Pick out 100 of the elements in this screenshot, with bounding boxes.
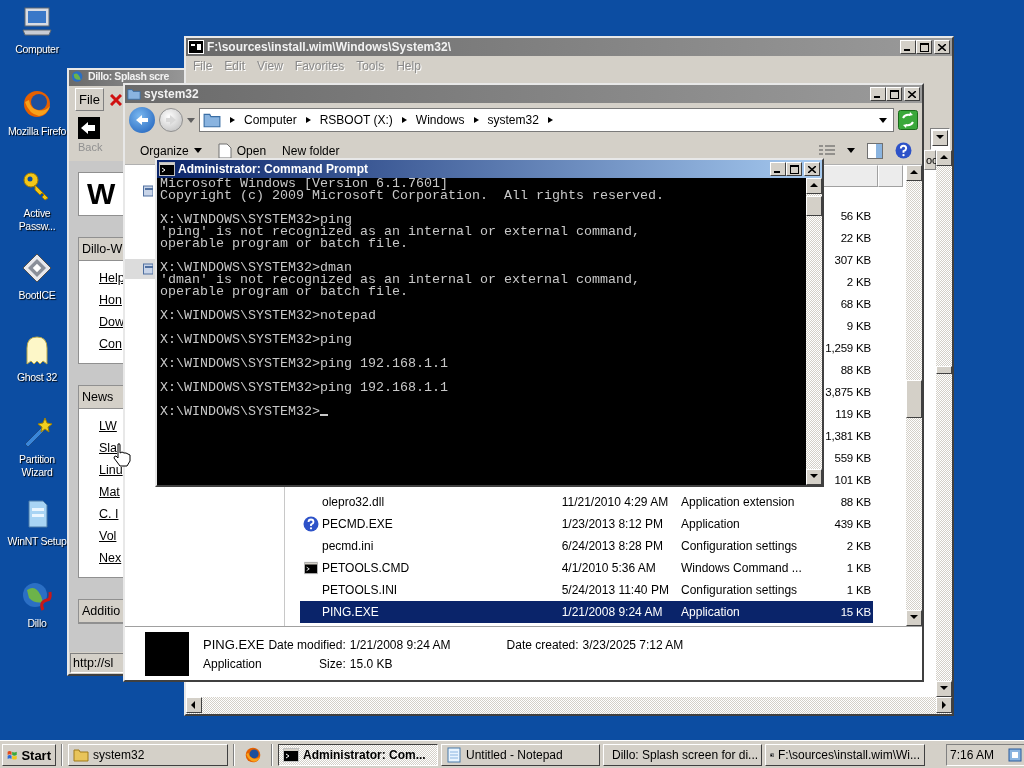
scrollbar-thumb[interactable] (906, 380, 922, 418)
minimize-button[interactable] (900, 40, 916, 54)
caret-icon[interactable] (879, 117, 887, 123)
link[interactable]: Con (99, 336, 125, 353)
refresh-icon[interactable] (898, 110, 918, 130)
link[interactable]: Hon (99, 292, 125, 309)
file-row[interactable]: 119 KB (820, 403, 873, 425)
file-name: PING.EXE (322, 605, 379, 619)
file-row[interactable]: PECMD.EXE 1/23/2013 8:12 PM Application 439 KB (300, 513, 873, 535)
forward-button[interactable] (159, 108, 183, 132)
console-line: Microsoft Windows [Version 6.1.7601] (160, 178, 448, 191)
close-button[interactable] (804, 162, 820, 176)
caret-icon[interactable] (193, 148, 202, 153)
file-row[interactable]: PETOOLS.INI 5/24/2013 11:40 PM Configuration settings 1 KB (300, 579, 873, 601)
close-button[interactable] (904, 87, 920, 101)
chevron-icon[interactable] (546, 116, 554, 124)
taskbar-button[interactable]: Untitled - Notepad (441, 744, 600, 766)
desktop-icon-label[interactable]: Computer (15, 43, 59, 56)
breadcrumb[interactable]: Computer (244, 113, 297, 127)
chevron-icon[interactable] (472, 116, 480, 124)
back-button[interactable] (129, 107, 155, 133)
preview-pane-icon[interactable] (867, 142, 883, 159)
address-field[interactable]: Computer RSBOOT (X:) Windows system32 (199, 108, 894, 132)
start-button[interactable]: Start (2, 744, 56, 766)
desktop-icon-label[interactable]: Mozilla Firefo (7, 125, 67, 138)
toolbar-button[interactable]: Organize (138, 143, 204, 158)
taskbar-button[interactable]: F:\sources\install.wim\Wi... (765, 744, 925, 766)
scrollbar-thumb[interactable] (936, 366, 952, 374)
menu-item[interactable]: File (75, 88, 104, 111)
file-row[interactable]: 56 KB (820, 205, 873, 227)
taskbar-button[interactable]: Dillo: Splash screen for di... (603, 744, 762, 766)
taskbar-button[interactable]: system32 (68, 744, 228, 766)
maximize-button[interactable] (886, 87, 902, 101)
path-dropdown[interactable] (930, 128, 950, 150)
scrollbar-thumb[interactable] (806, 196, 822, 216)
file-row[interactable]: 68 KB (820, 293, 873, 315)
desktop-icon-label[interactable]: Dillo (27, 617, 47, 630)
link[interactable]: C. I (99, 506, 125, 523)
minimize-button[interactable] (870, 87, 886, 101)
file-row[interactable]: 9 KB (820, 315, 873, 337)
detail-value: 3/23/2025 7:12 AM (582, 637, 684, 652)
file-size: 1 KB (846, 562, 871, 574)
chevron-icon[interactable] (304, 116, 312, 124)
help-icon[interactable] (303, 516, 319, 532)
vertical-scrollbar[interactable] (936, 150, 952, 697)
drive-icon (143, 262, 153, 276)
file-row[interactable]: 88 KB (820, 359, 873, 381)
caret-icon[interactable] (847, 148, 855, 153)
close-button[interactable] (934, 40, 950, 54)
stop-icon[interactable] (109, 93, 122, 106)
desktop-icon-label[interactable]: Active Passw... (4, 207, 70, 233)
file-row[interactable]: 559 KB (820, 447, 873, 469)
toolbar-button[interactable]: New folder (280, 143, 342, 158)
file-row[interactable]: PING.EXE 1/21/2008 9:24 AM Application 15 KB (300, 601, 873, 623)
file-row[interactable]: 307 KB (820, 249, 873, 271)
chevron-icon[interactable] (229, 116, 236, 124)
file-type: Windows Command ... (681, 561, 802, 575)
horizontal-scrollbar[interactable] (186, 697, 952, 714)
help-icon[interactable] (895, 142, 912, 159)
link[interactable]: Nex (99, 550, 125, 567)
globe-icon[interactable] (21, 580, 53, 612)
file-row[interactable]: 1,259 KB (820, 337, 873, 359)
link[interactable]: Dow (99, 314, 125, 331)
file-row[interactable]: 101 KB (820, 469, 873, 491)
taskbar-button[interactable]: Administrator: Com... (278, 744, 438, 766)
firefox-icon[interactable] (244, 746, 262, 764)
chevron-icon[interactable] (400, 116, 408, 124)
breadcrumb[interactable]: Windows (415, 113, 465, 127)
file-row[interactable]: 3,875 KB (820, 381, 873, 403)
drive-icon[interactable] (143, 184, 153, 198)
minimize-button[interactable] (770, 162, 786, 176)
maximize-button[interactable] (786, 162, 802, 176)
tray-icon[interactable] (1008, 748, 1022, 762)
file-row[interactable]: pecmd.ini 6/24/2013 8:28 PM Configuration settings 2 KB (300, 535, 873, 557)
file-row[interactable]: 1,381 KB (820, 425, 873, 447)
link[interactable]: LW (99, 418, 125, 435)
firefox-icon[interactable] (21, 88, 53, 120)
desktop-icon-label[interactable]: Ghost 32 (16, 371, 58, 384)
vertical-scrollbar[interactable] (806, 178, 822, 485)
maximize-button[interactable] (916, 40, 932, 54)
desktop-icon-label[interactable]: BootICE (18, 289, 56, 302)
vertical-scrollbar[interactable] (906, 165, 922, 626)
breadcrumb[interactable]: system32 (487, 113, 539, 127)
desktop-icon-label[interactable]: WinNT Setup (7, 535, 67, 548)
breadcrumb[interactable]: RSBOOT (X:) (319, 113, 393, 127)
link[interactable]: Mat (99, 484, 125, 501)
desktop-icon-label[interactable]: Partition Wizard (4, 453, 70, 479)
file-row[interactable]: 22 KB (820, 227, 873, 249)
computer-icon[interactable] (21, 6, 53, 38)
console-line: X:\WINDOWS\SYSTEM32>ping (160, 332, 352, 347)
notepad-icon (446, 747, 462, 763)
file-row[interactable]: olepro32.dll 11/21/2010 4:29 AM Application extension 88 KB (300, 491, 873, 513)
toolbar-button[interactable]: Open (215, 142, 269, 159)
file-row[interactable]: PETOOLS.CMD 4/1/2010 5:36 AM Windows Command ... 1 KB (300, 557, 873, 579)
detail-label: Date modified: (268, 637, 346, 652)
file-row[interactable]: 2 KB (820, 271, 873, 293)
close-icon (938, 43, 946, 51)
date-modified: 1/23/2013 8:12 PM (561, 517, 664, 531)
link[interactable]: Vol (99, 528, 125, 545)
nav-highlight[interactable] (125, 259, 155, 279)
